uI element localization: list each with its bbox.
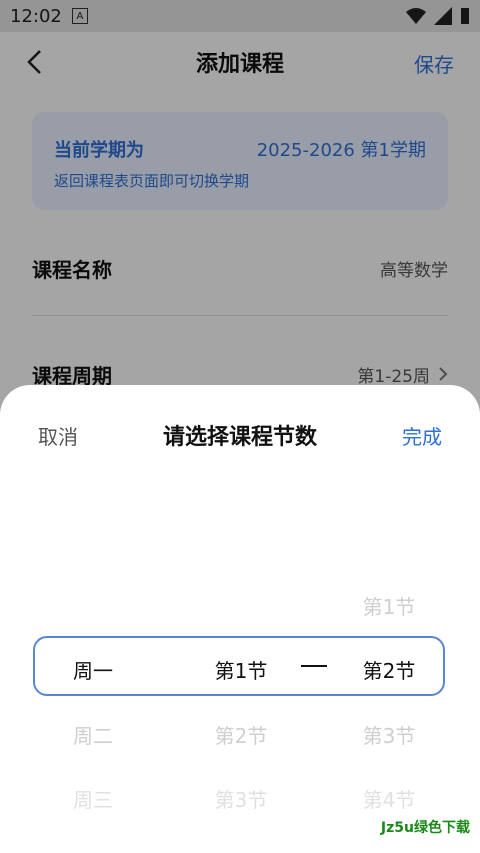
- day-option-wed[interactable]: 周三: [33, 784, 153, 813]
- end-period-option-4[interactable]: 第4节: [329, 784, 449, 813]
- start-period-option-1[interactable]: 第1节: [181, 655, 301, 684]
- end-period-option-2[interactable]: 第2节: [329, 655, 449, 684]
- day-option-mon[interactable]: 周一: [33, 655, 153, 684]
- watermark-logo: Jz5u绿色下载: [380, 817, 470, 837]
- period-picker-sheet: 取消 请选择课程节数 完成 周一 周二 周三 第1节 第2节 第3节 第1节 第…: [0, 385, 480, 853]
- end-period-option-1[interactable]: 第1节: [329, 591, 449, 620]
- range-separator: [301, 665, 327, 667]
- start-period-option-3[interactable]: 第3节: [181, 784, 301, 813]
- day-option-tue[interactable]: 周二: [33, 720, 153, 749]
- end-period-option-3[interactable]: 第3节: [329, 720, 449, 749]
- start-period-option-2[interactable]: 第2节: [181, 720, 301, 749]
- picker-wheels[interactable]: 周一 周二 周三 第1节 第2节 第3节 第1节 第2节 第3节 第4节: [0, 385, 480, 853]
